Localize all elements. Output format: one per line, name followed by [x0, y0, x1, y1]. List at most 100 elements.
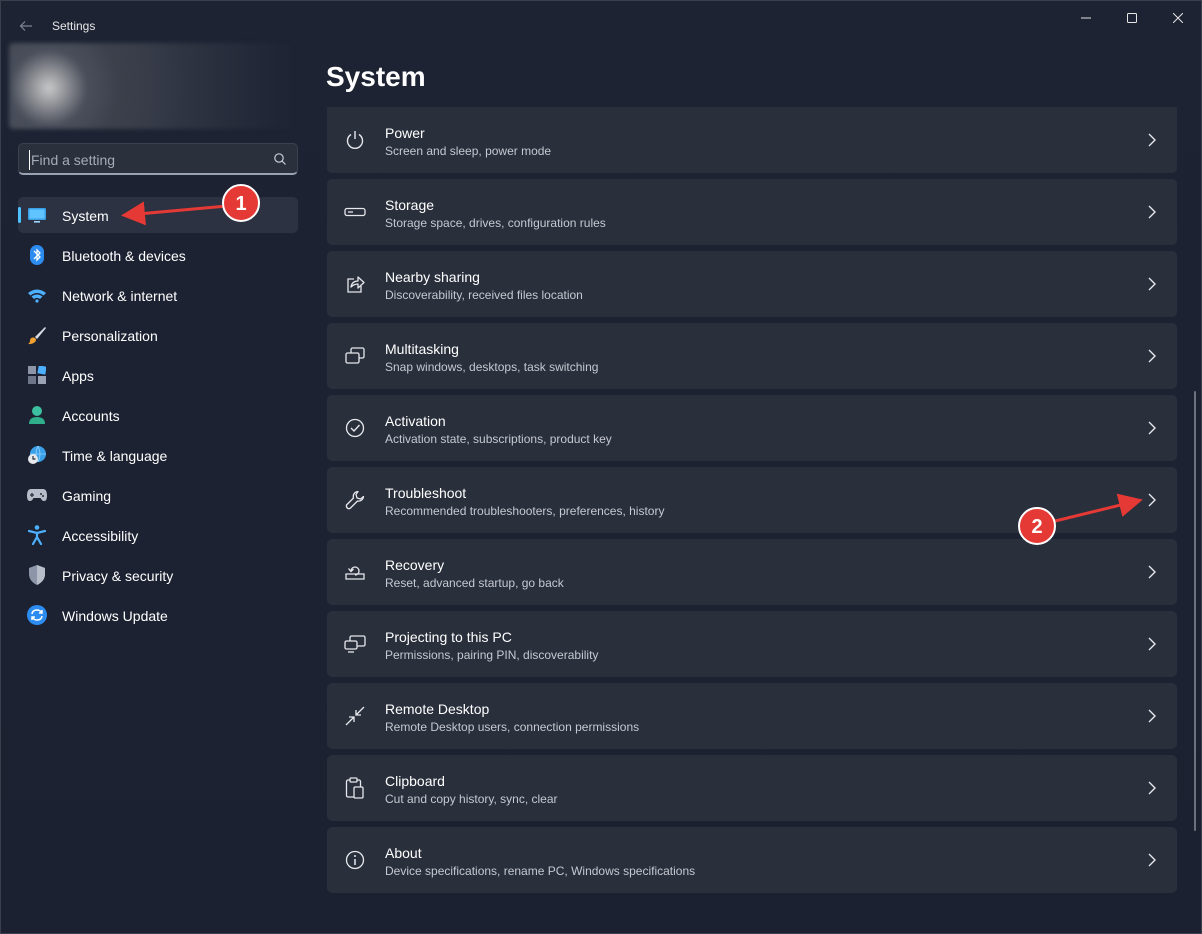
chevron-right-icon [1145, 636, 1159, 652]
setting-title: Recovery [385, 557, 445, 573]
close-button[interactable] [1155, 1, 1201, 35]
setting-recovery[interactable]: Recovery Reset, advanced startup, go bac… [327, 539, 1177, 605]
setting-description: Cut and copy history, sync, clear [385, 792, 558, 806]
setting-power[interactable]: Power Screen and sleep, power mode [327, 107, 1177, 173]
scrollbar[interactable] [1194, 391, 1196, 831]
setting-nearby-sharing[interactable]: Nearby sharing Discoverability, received… [327, 251, 1177, 317]
setting-multitasking[interactable]: Multitasking Snap windows, desktops, tas… [327, 323, 1177, 389]
chevron-right-icon [1145, 132, 1159, 148]
bluetooth-icon [27, 245, 47, 265]
sidebar-item-label: Accessibility [62, 528, 139, 544]
chevron-right-icon [1145, 276, 1159, 292]
setting-description: Reset, advanced startup, go back [385, 576, 564, 590]
account-icon [27, 405, 47, 425]
sidebar-item-label: Accounts [62, 408, 120, 424]
app-title: Settings [52, 19, 96, 33]
sidebar-item-network[interactable]: Network & internet [18, 277, 298, 313]
settings-list: Power Screen and sleep, power mode Stora… [327, 107, 1177, 899]
back-arrow-icon [19, 21, 32, 31]
chevron-right-icon [1145, 420, 1159, 436]
setting-title: Troubleshoot [385, 485, 467, 501]
search-input[interactable] [29, 150, 265, 170]
setting-clipboard[interactable]: Clipboard Cut and copy history, sync, cl… [327, 755, 1177, 821]
update-icon [27, 605, 47, 625]
checkmark-circle-icon [344, 417, 366, 439]
accessibility-icon [27, 525, 47, 545]
search-icon[interactable] [273, 152, 287, 166]
sidebar-item-label: Gaming [62, 488, 112, 504]
setting-title: Power [385, 125, 425, 141]
wifi-icon [27, 285, 47, 305]
setting-title: Clipboard [385, 773, 445, 789]
setting-title: Remote Desktop [385, 701, 490, 717]
sidebar-item-accessibility[interactable]: Accessibility [18, 517, 298, 553]
back-button[interactable] [15, 15, 37, 37]
sidebar-item-label: Bluetooth & devices [62, 248, 186, 264]
shield-icon [27, 565, 47, 585]
user-profile[interactable] [9, 43, 295, 129]
sidebar-item-label: Windows Update [62, 608, 168, 624]
storage-drive-icon [344, 201, 366, 223]
setting-remote-desktop[interactable]: Remote Desktop Remote Desktop users, con… [327, 683, 1177, 749]
system-monitor-icon [27, 205, 47, 225]
setting-activation[interactable]: Activation Activation state, subscriptio… [327, 395, 1177, 461]
sidebar-item-time-language[interactable]: Time & language [18, 437, 298, 473]
apps-icon [27, 365, 47, 385]
projecting-icon [344, 633, 366, 655]
sidebar-item-label: System [62, 208, 109, 224]
maximize-button[interactable] [1109, 1, 1155, 35]
setting-title: Projecting to this PC [385, 629, 512, 645]
sidebar-item-label: Network & internet [62, 288, 178, 304]
setting-description: Storage space, drives, configuration rul… [385, 216, 606, 230]
setting-projecting[interactable]: Projecting to this PC Permissions, pairi… [327, 611, 1177, 677]
sidebar-item-label: Apps [62, 368, 94, 384]
setting-description: Discoverability, received files location [385, 288, 583, 302]
setting-description: Activation state, subscriptions, product… [385, 432, 612, 446]
chevron-right-icon [1145, 708, 1159, 724]
sidebar-item-windows-update[interactable]: Windows Update [18, 597, 298, 633]
power-icon [344, 129, 366, 151]
maximize-icon [1127, 13, 1137, 23]
sidebar-item-label: Personalization [62, 328, 158, 344]
chevron-right-icon [1145, 564, 1159, 580]
setting-about[interactable]: About Device specifications, rename PC, … [327, 827, 1177, 893]
info-icon [344, 849, 366, 871]
sidebar-item-bluetooth[interactable]: Bluetooth & devices [18, 237, 298, 273]
minimize-icon [1081, 17, 1091, 19]
sidebar-item-apps[interactable]: Apps [18, 357, 298, 393]
paintbrush-icon [27, 325, 47, 345]
setting-title: Storage [385, 197, 435, 213]
sidebar-item-system[interactable]: System [18, 197, 298, 233]
setting-title: Activation [385, 413, 446, 429]
chevron-right-icon [1145, 492, 1159, 508]
minimize-button[interactable] [1063, 1, 1109, 35]
sidebar-item-personalization[interactable]: Personalization [18, 317, 298, 353]
recovery-icon [344, 561, 366, 583]
chevron-right-icon [1145, 852, 1159, 868]
sidebar-item-accounts[interactable]: Accounts [18, 397, 298, 433]
setting-description: Permissions, pairing PIN, discoverabilit… [385, 648, 599, 662]
sidebar-item-gaming[interactable]: Gaming [18, 477, 298, 513]
setting-title: About [385, 845, 422, 861]
sidebar-item-label: Time & language [62, 448, 168, 464]
setting-troubleshoot[interactable]: Troubleshoot Recommended troubleshooters… [327, 467, 1177, 533]
chevron-right-icon [1145, 780, 1159, 796]
setting-description: Snap windows, desktops, task switching [385, 360, 599, 374]
share-icon [344, 273, 366, 295]
search-box[interactable] [18, 143, 298, 175]
sidebar-item-label: Privacy & security [62, 568, 174, 584]
page-title: System [326, 61, 426, 92]
clipboard-icon [344, 777, 366, 799]
chevron-right-icon [1145, 204, 1159, 220]
setting-description: Recommended troubleshooters, preferences… [385, 504, 665, 518]
setting-title: Multitasking [385, 341, 459, 357]
wrench-icon [344, 489, 366, 511]
gamepad-icon [27, 485, 47, 505]
multitasking-icon [344, 345, 366, 367]
title-bar: Settings [1, 1, 1201, 49]
globe-clock-icon [27, 445, 47, 465]
setting-storage[interactable]: Storage Storage space, drives, configura… [327, 179, 1177, 245]
setting-description: Device specifications, rename PC, Window… [385, 864, 696, 878]
chevron-right-icon [1145, 348, 1159, 364]
sidebar-item-privacy-security[interactable]: Privacy & security [18, 557, 298, 593]
